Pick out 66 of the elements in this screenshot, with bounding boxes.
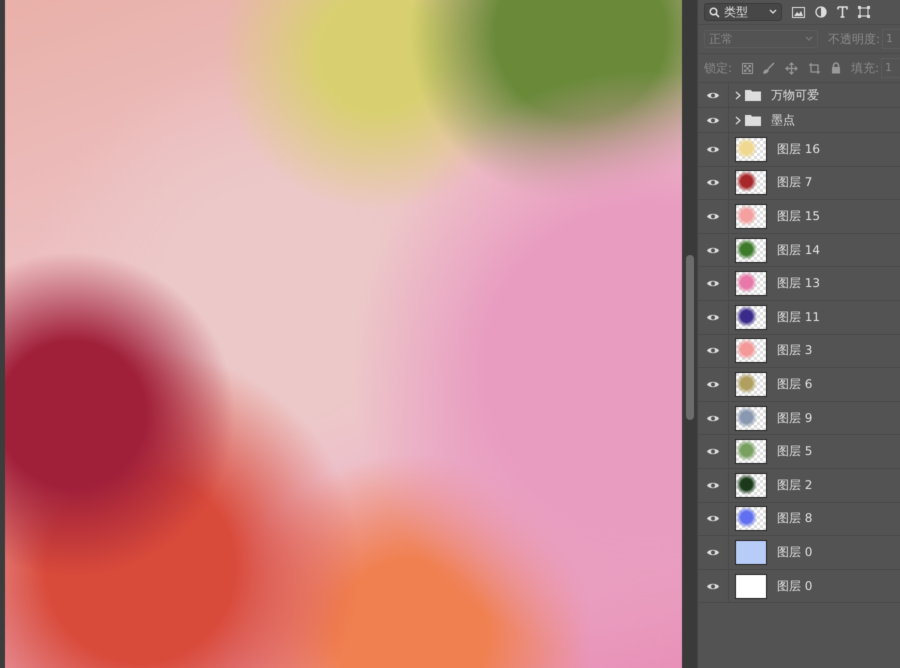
layer-name: 图层 3 <box>776 342 812 360</box>
layer-name: 图层 5 <box>776 443 812 460</box>
layer-name: 图层 2 <box>776 476 812 494</box>
chevron-right-icon[interactable] <box>734 90 741 100</box>
chevron-right-icon[interactable] <box>734 116 741 124</box>
layer-row[interactable]: 图层 16 <box>698 133 900 167</box>
layer-name: 图层 11 <box>776 308 820 326</box>
layer-row[interactable]: 图层 7 <box>698 166 900 200</box>
transform-square-icon[interactable] <box>858 6 870 18</box>
type-tool-icon[interactable] <box>836 6 848 18</box>
layer-group-row[interactable]: 墨点 <box>698 108 900 133</box>
eye-icon[interactable] <box>706 414 720 423</box>
layer-row[interactable]: 图层 5 <box>698 435 900 469</box>
layer-name: 图层 8 <box>776 510 812 528</box>
layer-name: 图层 6 <box>776 376 812 393</box>
layer-name: 图层 0 <box>776 544 812 561</box>
folder-icon <box>744 89 761 101</box>
checkerboard-icon[interactable] <box>742 62 753 74</box>
layer-row[interactable]: 图层 0 <box>698 536 900 570</box>
layer-row[interactable]: 图层 11 <box>698 300 900 335</box>
eye-icon[interactable] <box>706 178 720 188</box>
eye-icon[interactable] <box>706 212 720 221</box>
search-icon <box>708 6 720 18</box>
chevron-down-icon <box>804 36 813 42</box>
eye-icon[interactable] <box>706 346 720 356</box>
layer-name: 图层 9 <box>776 410 812 427</box>
group-name: 墨点 <box>770 112 795 128</box>
eye-icon[interactable] <box>706 279 720 288</box>
group-name: 万物可爱 <box>770 86 819 104</box>
layer-row[interactable]: 图层 3 <box>698 334 900 368</box>
layer-row[interactable]: 图层 9 <box>698 402 900 436</box>
layer-row[interactable]: 图层 2 <box>698 468 900 503</box>
eye-icon[interactable] <box>706 380 720 389</box>
chevron-down-icon <box>768 9 777 15</box>
eye-icon[interactable] <box>706 90 720 100</box>
layer-name: 图层 0 <box>776 578 812 595</box>
layer-row[interactable]: 图层 6 <box>698 368 900 402</box>
layer-name: 图层 14 <box>776 242 820 259</box>
folder-icon <box>744 114 761 126</box>
eye-icon[interactable] <box>706 447 720 456</box>
eye-icon[interactable] <box>706 246 720 255</box>
eye-icon[interactable] <box>706 514 720 524</box>
eye-icon[interactable] <box>706 480 720 490</box>
move-icon[interactable] <box>785 62 798 74</box>
layer-row[interactable]: 图层 14 <box>698 234 900 268</box>
brush-icon[interactable] <box>763 62 775 74</box>
half-circle-icon[interactable] <box>814 6 827 18</box>
layer-row[interactable]: 图层 8 <box>698 502 900 536</box>
layer-name: 图层 13 <box>776 275 820 292</box>
eye-icon[interactable] <box>706 116 720 124</box>
image-icon[interactable] <box>792 6 805 18</box>
artboard-icon[interactable] <box>808 62 821 74</box>
eye-icon[interactable] <box>706 144 720 154</box>
layer-name: 图层 15 <box>776 208 820 225</box>
layer-row[interactable]: 图层 0 <box>698 570 900 604</box>
layer-row[interactable]: 图层 13 <box>698 267 900 301</box>
scrollbar-thumb[interactable] <box>686 255 694 420</box>
filter-select[interactable]: 类型 <box>704 3 782 21</box>
eye-icon[interactable] <box>706 582 720 591</box>
layer-name: 图层 16 <box>776 140 820 158</box>
lock-icon[interactable] <box>831 62 841 74</box>
layer-row[interactable]: 图层 15 <box>698 200 900 234</box>
layer-group-row[interactable]: 万物可爱 <box>698 83 900 108</box>
layer-name: 图层 7 <box>776 174 812 192</box>
eye-icon[interactable] <box>706 548 720 557</box>
eye-icon[interactable] <box>706 312 720 322</box>
